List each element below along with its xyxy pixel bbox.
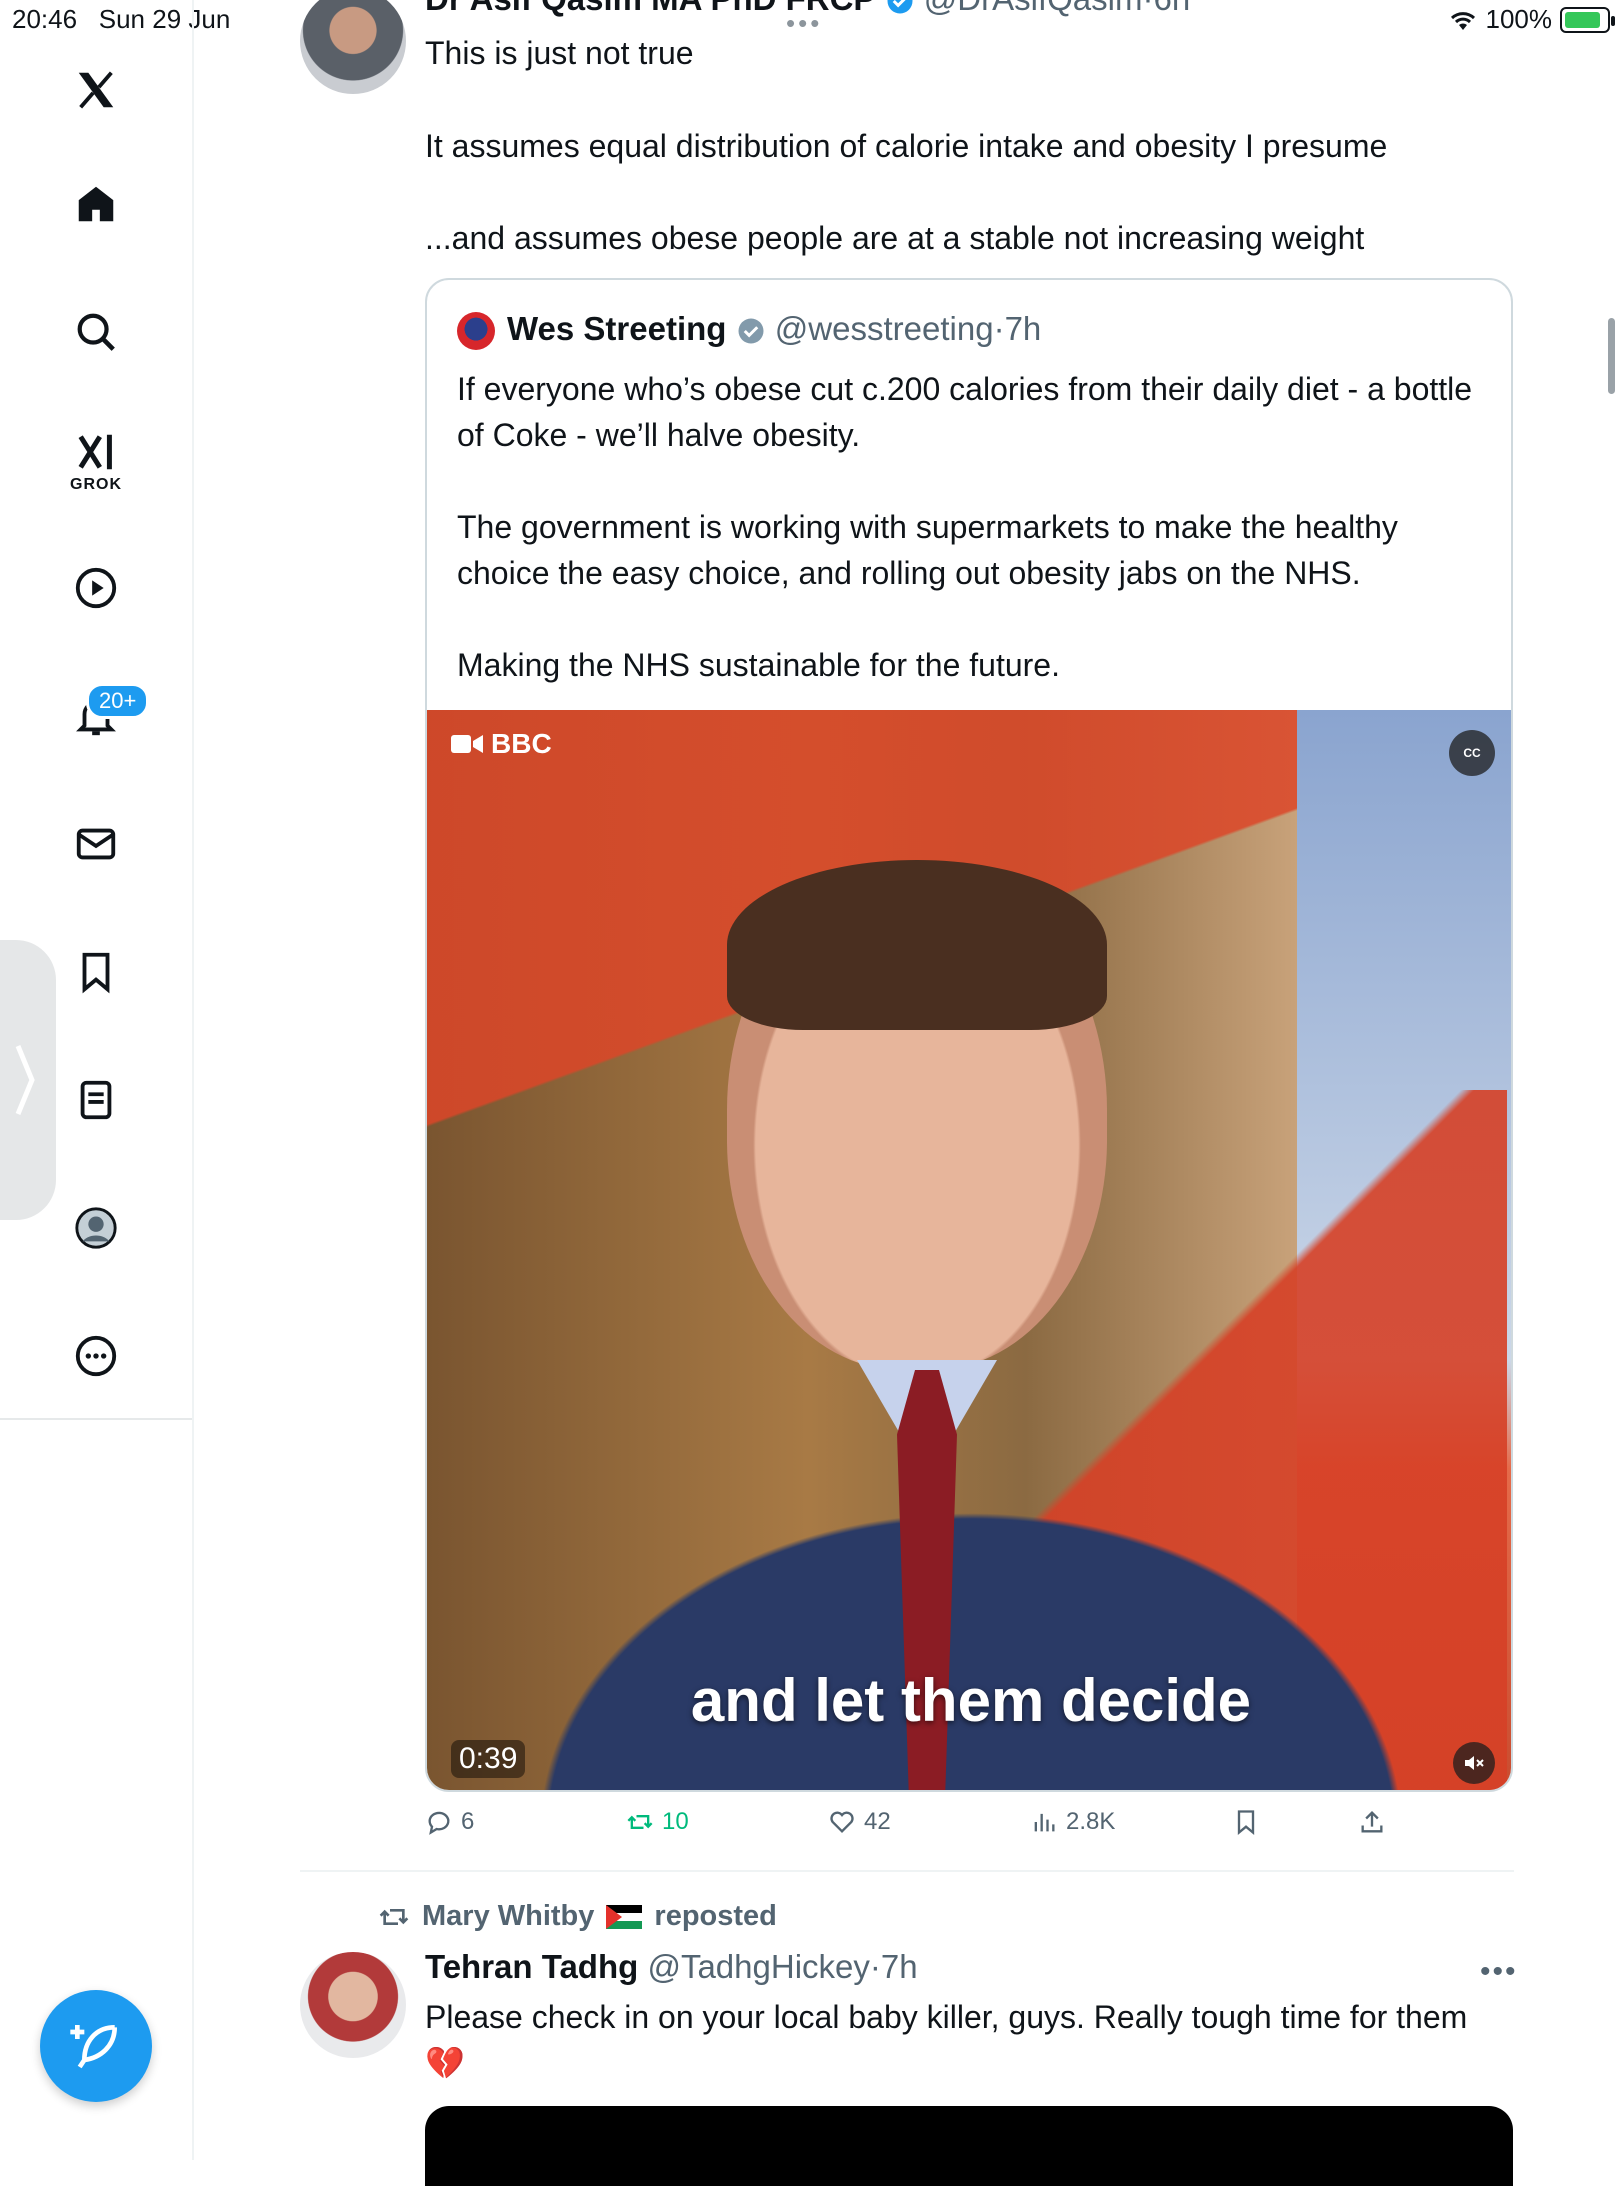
author-avatar[interactable] [300,1952,406,2058]
compose-post-button[interactable] [40,1990,152,2102]
video-caption: and let them decide [690,1667,1252,1734]
bookmark-icon [1237,1810,1255,1835]
video-duration: 0:39 [451,1740,526,1778]
x-logo-icon[interactable] [64,58,128,122]
views-chart-icon [1034,1813,1055,1832]
quoted-tweet-time[interactable]: 7h [1005,310,1042,347]
tweet-media[interactable] [425,2106,1513,2186]
reply-count: 6 [461,1808,475,1835]
speaker-muted-icon [1465,1756,1484,1770]
sidebar-divider [0,1418,192,1420]
side-drawer-handle[interactable] [0,940,56,1220]
tweet-divider [300,1870,1514,1872]
tweet-more-options-icon[interactable]: ••• [1480,1955,1518,1989]
retweet-icon [627,1815,653,1829]
retweet-icon [379,1908,409,1925]
video-subject-hair [727,860,1107,1030]
mute-button[interactable] [1453,1742,1495,1784]
bookmark-button[interactable] [1232,1808,1260,1836]
quoted-tweet-card[interactable]: Wes Streeting @wesstreeting·7h If everyo… [425,278,1513,1792]
author-handle[interactable]: @DrAsifQasim [924,0,1143,17]
video-player[interactable]: BBC CC and let them decide 0:39 [427,710,1511,1790]
tweet-text-line: ...and assumes obese people are at a sta… [425,220,1365,256]
tweet-text: Please check in on your local baby kille… [425,1999,1468,2081]
home-icon[interactable] [64,172,128,236]
more-options-icon[interactable] [64,1324,128,1388]
grok-icon[interactable] [64,420,128,484]
share-button[interactable] [1358,1808,1386,1836]
like-button[interactable]: 42 [828,1808,891,1836]
tweet-text-line: This is just not true [425,35,694,71]
heart-icon [830,1811,854,1833]
tweet-text-line: It assumes equal distribution of calorie… [425,128,1388,164]
notifications-badge: 20+ [86,683,150,719]
author-avatar[interactable] [300,0,406,94]
grok-label: GROK [70,476,122,493]
palestine-flag-icon [606,1904,643,1929]
profile-avatar-icon[interactable] [64,1196,128,1260]
retweet-count: 10 [662,1808,689,1835]
tweet-header: Tehran Tadhg @TadhgHickey·7h [425,1948,918,1985]
author-name[interactable]: Dr Asif Qasim MA PhD FRCP [425,0,875,17]
reply-bubble-icon [428,1811,450,1835]
verified-badge-icon [738,318,764,344]
retweet-button[interactable]: 10 [626,1808,689,1836]
feather-plus-icon [70,2025,117,2069]
tweet-time[interactable]: 7h [881,1948,918,1985]
tweet-time[interactable]: 6h [1153,0,1190,17]
lists-icon[interactable] [64,1068,128,1132]
view-count: 2.8K [1066,1808,1116,1835]
like-count: 42 [864,1808,891,1835]
search-icon[interactable] [64,300,128,364]
quoted-author-name[interactable]: Wes Streeting [507,310,726,347]
quoted-author-handle[interactable]: @wesstreeting [775,310,994,347]
messages-mail-icon[interactable] [64,812,128,876]
video-subject-suit [427,1430,1511,1790]
scrollbar[interactable] [1608,318,1615,394]
chevron-right-icon [15,1045,35,1115]
closed-captions-label: CC [1463,746,1481,760]
quoted-tweet-header: Wes Streeting @wesstreeting·7h [507,310,1042,347]
quoted-tweet-paragraph: The government is working with supermark… [457,509,1398,591]
reposted-label: reposted [654,1900,777,1932]
quoted-tweet-paragraph: Making the NHS sustainable for the futur… [457,647,1060,683]
author-handle[interactable]: @TadhgHickey [647,1948,869,1985]
verified-badge-icon [887,0,913,14]
share-upload-icon [1361,1811,1383,1833]
wifi-icon [1450,11,1475,30]
video-play-icon[interactable] [64,556,128,620]
closed-captions-button[interactable]: CC [1449,730,1495,776]
reposter-name[interactable]: Mary Whitby [422,1900,594,1933]
video-source-name: BBC [491,728,552,759]
views-button[interactable]: 2.8K [1030,1808,1115,1836]
reply-button[interactable]: 6 [425,1808,474,1836]
quoted-tweet-paragraph: If everyone who’s obese cut c.200 calori… [457,371,1473,453]
battery-icon [1560,6,1615,33]
bookmarks-icon[interactable] [64,940,128,1004]
quoted-author-avatar[interactable] [457,312,495,350]
video-camera-icon [451,735,483,753]
author-name[interactable]: Tehran Tadhg [425,1948,638,1985]
tweet-header: Dr Asif Qasim MA PhD FRCP @DrAsifQasim·6… [425,0,1190,18]
repost-indicator[interactable]: Mary Whitby reposted [378,1900,777,1933]
video-source-label: BBC [451,728,552,760]
